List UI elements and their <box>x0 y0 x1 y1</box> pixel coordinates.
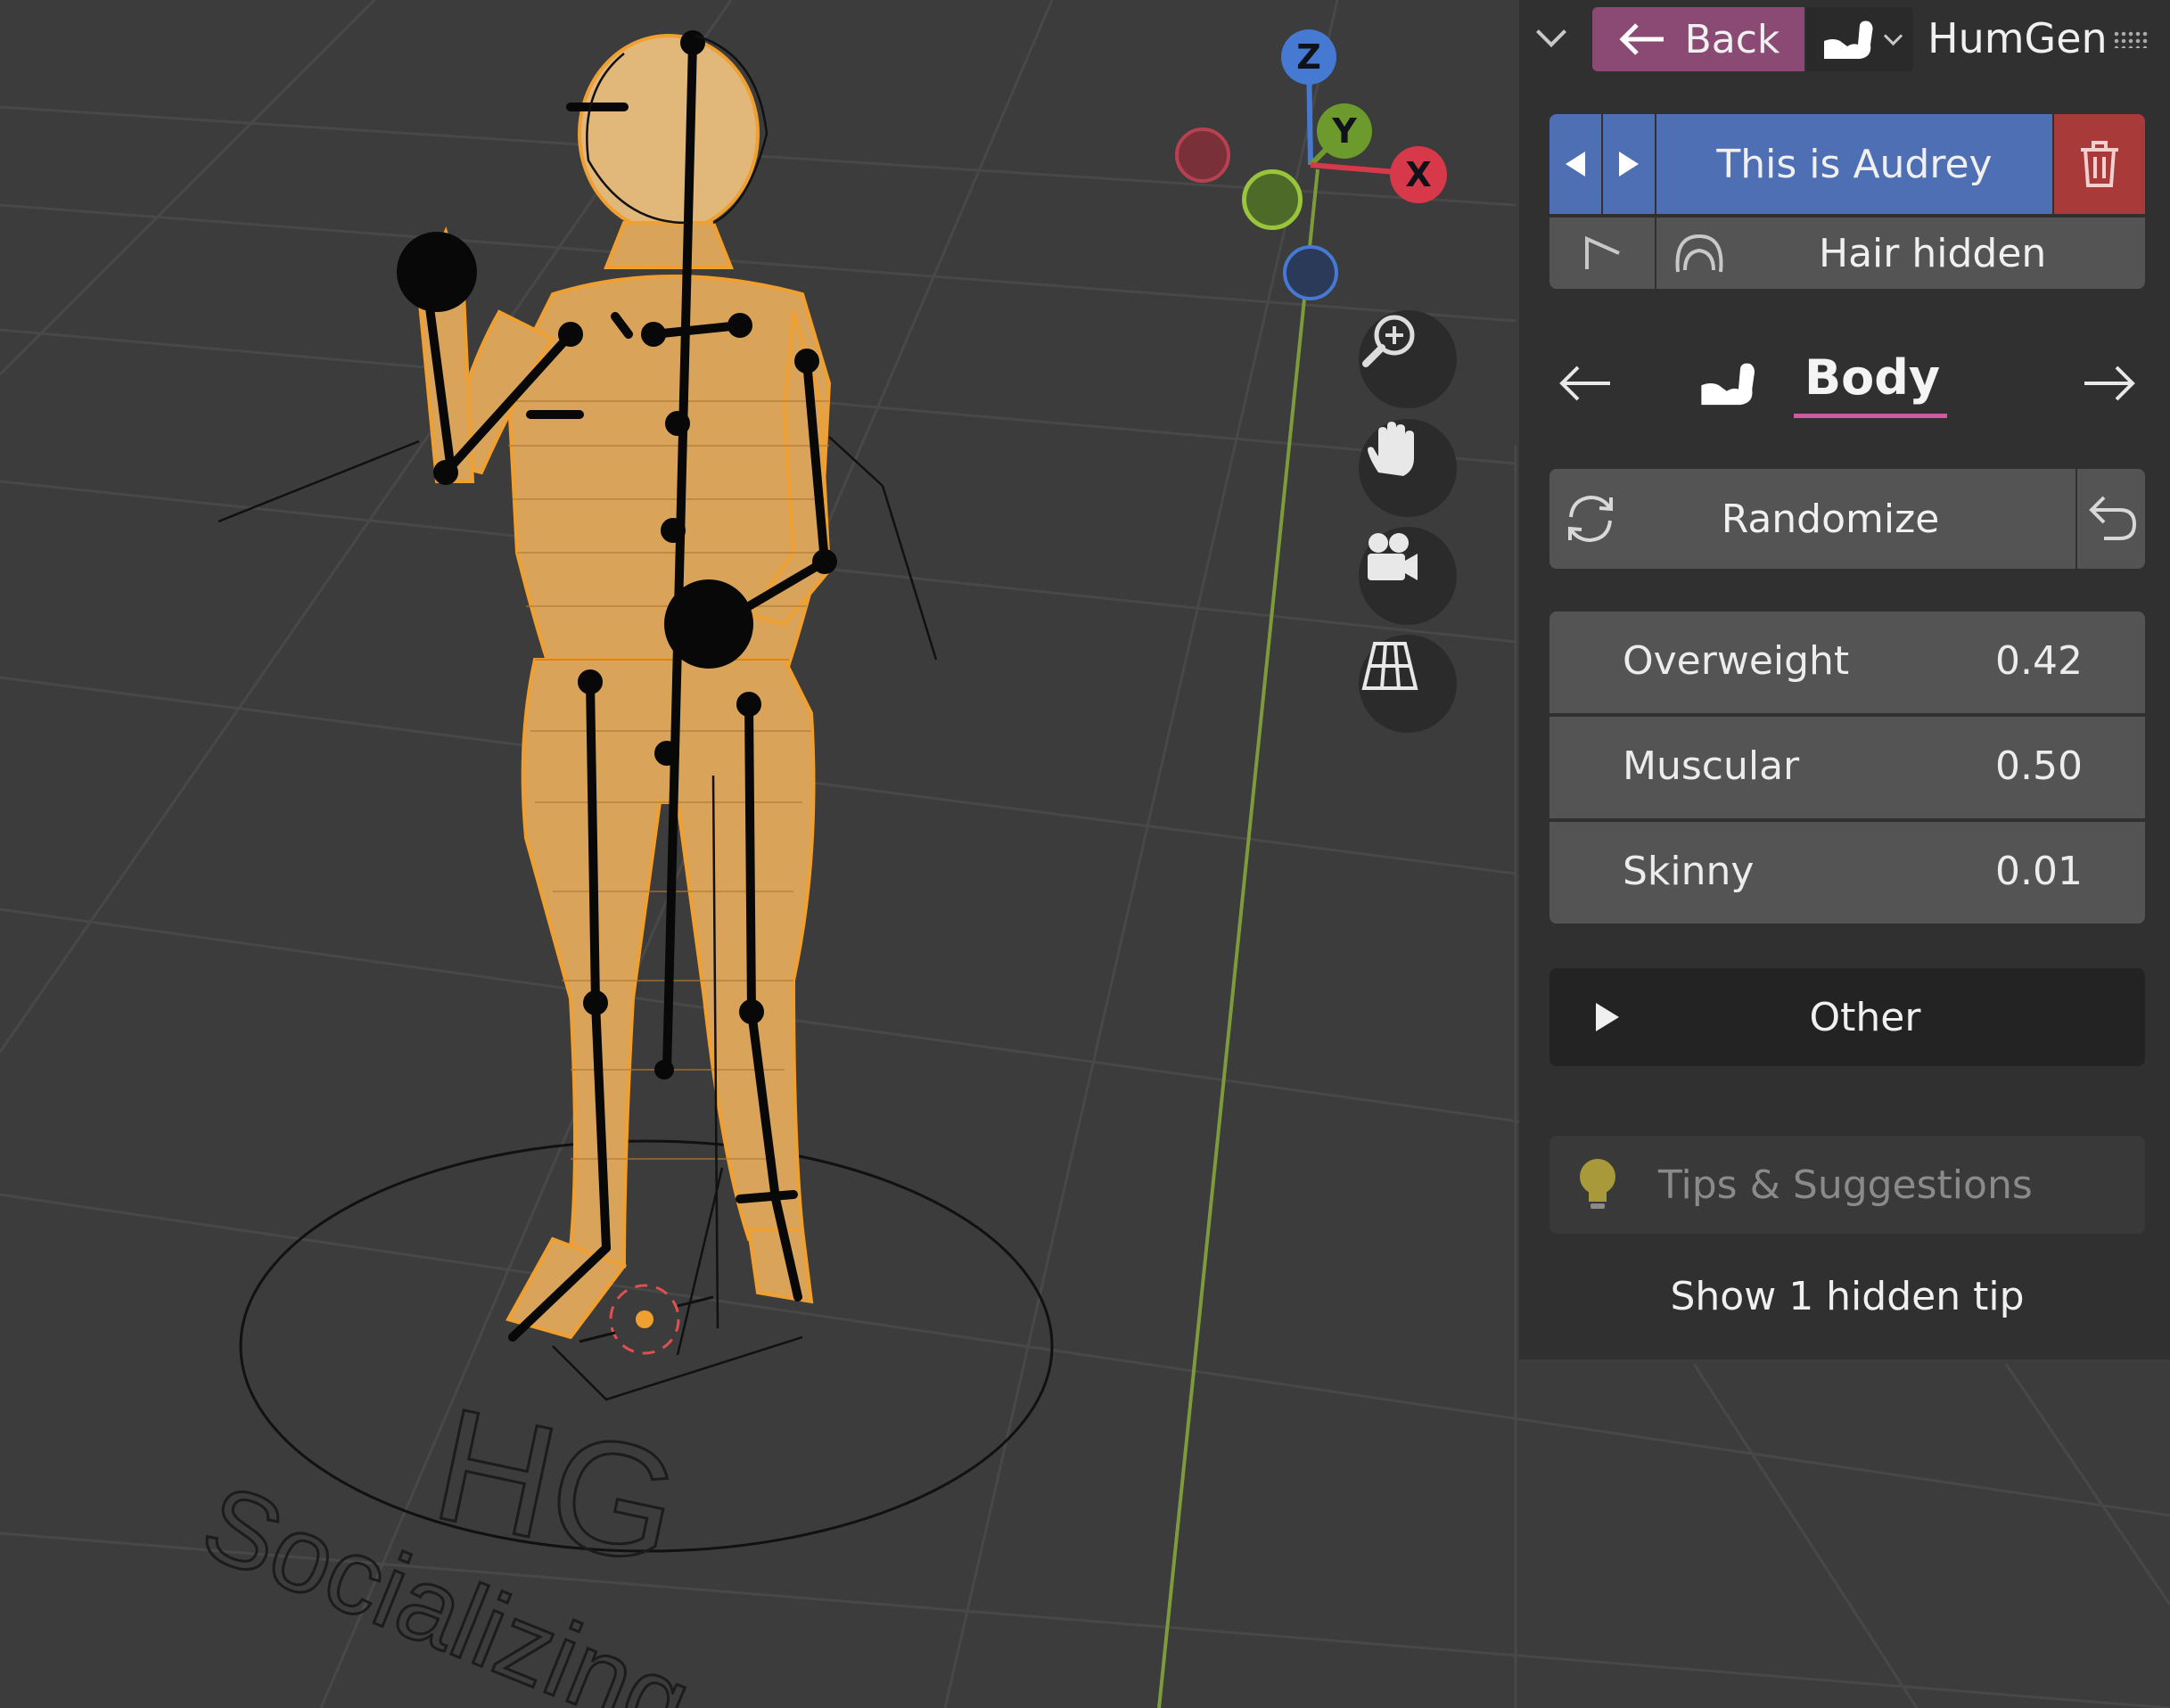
category-dropdown[interactable] <box>1806 7 1913 71</box>
tips-title: Tips & Suggestions <box>1658 1162 2033 1208</box>
drag-handle-icon[interactable] <box>2113 30 2149 48</box>
other-label: Other <box>1809 994 1921 1040</box>
addon-title: HumGen <box>1928 14 2108 62</box>
back-button[interactable]: Back <box>1592 7 1804 71</box>
show-hidden-tips-button[interactable]: Show 1 hidden tip <box>1549 1260 2145 1332</box>
human-name-selector[interactable]: This is Audrey <box>1656 114 2052 214</box>
flexed-arm-icon <box>1701 363 1755 406</box>
hair-toggle-button[interactable]: Hair hidden <box>1656 218 2145 289</box>
triangle-right-icon <box>1619 152 1639 177</box>
section-header: Body <box>1697 346 2001 418</box>
select-human-button[interactable] <box>1549 218 1655 289</box>
skinny-slider[interactable]: Skinny 0.01 <box>1549 822 2145 924</box>
next-human-button[interactable] <box>1603 114 1655 214</box>
pan-button[interactable] <box>1359 419 1457 517</box>
panel-header: Back HumGen <box>1519 0 2170 78</box>
slider-label: Skinny <box>1623 849 1755 894</box>
delete-human-button[interactable] <box>2054 114 2145 214</box>
triangle-left-icon <box>1566 152 1585 177</box>
section-underline <box>1794 414 1947 418</box>
other-section-toggle[interactable]: Other <box>1549 968 2145 1066</box>
arrow-left-icon <box>1559 365 1610 401</box>
camera-view-button[interactable] <box>1359 527 1457 625</box>
gizmo-y-label: Y <box>1332 111 1357 151</box>
overweight-slider[interactable]: Overweight 0.42 <box>1549 612 2145 713</box>
refresh-icon <box>1568 495 1613 543</box>
chevron-down-icon <box>1883 26 1903 45</box>
hair-icon <box>1675 234 1723 273</box>
zoom-in-icon <box>1362 315 1415 367</box>
undo-randomize-button[interactable] <box>2077 469 2145 569</box>
perspective-grid-icon <box>1361 642 1418 690</box>
tips-section: Tips & Suggestions <box>1549 1136 2145 1234</box>
section-title: Body <box>1804 349 1941 406</box>
undo-icon <box>2089 496 2137 540</box>
slider-label: Muscular <box>1623 743 1800 789</box>
hidden-tips-label: Show 1 hidden tip <box>1670 1273 2025 1319</box>
randomize-label: Randomize <box>1721 496 1940 542</box>
arrow-left-icon <box>1619 23 1664 55</box>
human-name: This is Audrey <box>1716 141 1993 187</box>
arrow-right-icon <box>2084 365 2135 401</box>
gizmo-z-label: Z <box>1296 37 1321 77</box>
perspective-toggle-button[interactable] <box>1359 635 1457 733</box>
chevron-down-icon[interactable] <box>1536 17 1566 47</box>
zoom-button[interactable] <box>1359 310 1457 408</box>
camera-icon <box>1368 533 1418 580</box>
randomize-button[interactable]: Randomize <box>1549 469 2075 569</box>
trash-icon <box>2081 141 2118 187</box>
prev-section-button[interactable] <box>1555 357 1617 410</box>
flexed-arm-icon <box>1823 21 1872 59</box>
gizmo-x-axis[interactable]: X <box>1390 146 1447 203</box>
humgen-panel: Back HumGen This is Audrey Hair hidden B… <box>1519 0 2170 1359</box>
y-axis-line <box>1157 168 1319 1708</box>
hair-status: Hair hidden <box>1819 230 2047 276</box>
gizmo-z-axis[interactable]: Z <box>1281 29 1336 85</box>
cursor-icon <box>1585 235 1620 269</box>
slider-value: 0.42 <box>1995 638 2083 684</box>
triangle-right-icon <box>1596 1003 1619 1031</box>
prev-human-button[interactable] <box>1549 114 1601 214</box>
slider-value: 0.01 <box>1995 849 2083 894</box>
hand-icon <box>1368 422 1414 476</box>
lightbulb-icon <box>1580 1159 1615 1209</box>
next-section-button[interactable] <box>2077 357 2140 410</box>
gizmo-y-axis[interactable]: Y <box>1317 103 1372 159</box>
slider-label: Overweight <box>1623 638 1850 684</box>
slider-value: 0.50 <box>1995 743 2083 789</box>
back-label: Back <box>1684 16 1780 62</box>
muscular-slider[interactable]: Muscular 0.50 <box>1549 717 2145 818</box>
gizmo-neg-y-axis[interactable] <box>1242 169 1303 230</box>
gizmo-neg-x-axis[interactable] <box>1175 127 1230 183</box>
gizmo-x-label: X <box>1405 155 1432 194</box>
gizmo-neg-z-axis[interactable] <box>1283 245 1338 300</box>
